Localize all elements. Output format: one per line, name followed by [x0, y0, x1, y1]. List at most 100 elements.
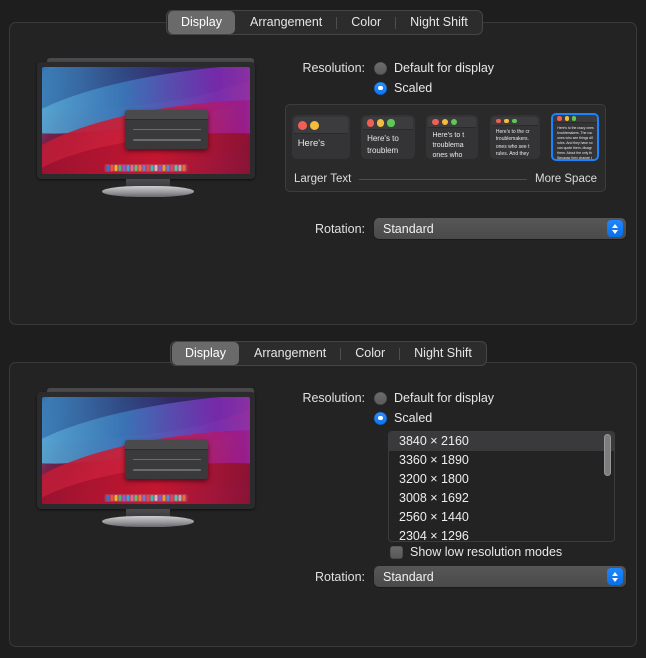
traffic-light-dot	[557, 116, 562, 121]
dock-icon	[178, 495, 182, 501]
show-low-resolution-modes-row[interactable]: Show low resolution modes	[390, 545, 562, 559]
resolution-list-item[interactable]: 2560 × 1440	[389, 508, 614, 527]
resolution-list-scrollbar[interactable]	[603, 434, 612, 541]
dock-icon	[182, 165, 186, 171]
dock-icon	[122, 495, 126, 501]
scale-track[interactable]	[359, 178, 527, 180]
thumbnail-titlebar	[293, 117, 348, 134]
more-space-label: More Space	[534, 173, 597, 185]
tab-display[interactable]: Display	[172, 342, 239, 365]
resolution-list-item[interactable]: 2304 × 1296	[389, 527, 614, 541]
dock-icon	[166, 165, 170, 171]
resolution-list-item[interactable]: 3360 × 1890	[389, 451, 614, 470]
thumbnail-text-line: Because they change t	[557, 155, 592, 160]
traffic-light-dot	[309, 120, 319, 130]
dock-icon	[110, 165, 114, 171]
scale-thumbnail-strip[interactable]: Here's Here's to troublem Here's to t troubl…	[286, 111, 605, 163]
resolution-list[interactable]: 3840 × 2160 3360 × 1890 3200 × 1800 3008 × …	[388, 431, 615, 542]
scrollbar-thumb[interactable]	[604, 434, 611, 476]
resolution-list-item[interactable]: 3200 × 1800	[389, 470, 614, 489]
dock-icon	[146, 495, 150, 501]
monitor-screen	[42, 67, 250, 174]
thumbnail-text-line: troublemakers.	[495, 136, 529, 143]
radio-scaled[interactable]: Scaled	[374, 411, 494, 425]
chevron-up-icon	[612, 223, 618, 228]
dock-icon	[170, 165, 174, 171]
preview-window-titlebar	[125, 439, 209, 450]
display-preview-primary	[30, 55, 265, 198]
radio-default-for-display[interactable]: Default for display	[374, 391, 494, 405]
tab-night-shift[interactable]: Night Shift	[401, 342, 485, 365]
larger-text-label: Larger Text	[294, 173, 352, 185]
scale-thumbnail[interactable]: Here's	[291, 115, 350, 159]
monitor-bezel	[37, 392, 255, 509]
rotation-popup-button[interactable]: Standard	[374, 566, 626, 587]
dock-icon	[130, 165, 134, 171]
thumbnail-text: Here's to the crazy ones troublemakers. T…	[553, 123, 597, 160]
chevron-updown-icon[interactable]	[607, 568, 623, 585]
dock-icon	[138, 495, 142, 501]
tab-arrangement[interactable]: Arrangement	[241, 342, 339, 365]
resolution-radio-group[interactable]: Default for display Scaled	[374, 61, 494, 95]
preview-dock	[104, 164, 188, 172]
dock-icon	[138, 165, 142, 171]
resolution-list-items[interactable]: 3840 × 2160 3360 × 1890 3200 × 1800 3008 × …	[389, 432, 614, 541]
dock-icon	[158, 165, 162, 171]
dock-icon	[150, 495, 154, 501]
preview-window	[125, 109, 209, 150]
tab-display[interactable]: Display	[168, 11, 235, 34]
dock-icon	[154, 165, 158, 171]
resolution-list-item[interactable]: 3840 × 2160	[389, 432, 614, 451]
rotation-row-secondary: Rotation: Standard	[291, 566, 626, 587]
dock-icon	[114, 165, 118, 171]
chevron-down-icon	[612, 229, 618, 234]
radio-default-for-display[interactable]: Default for display	[374, 61, 494, 75]
radio-button[interactable]	[374, 411, 387, 425]
tab-color[interactable]: Color	[342, 342, 398, 365]
traffic-light-dot	[572, 116, 577, 121]
resolution-radio-group[interactable]: Default for display Scaled	[374, 391, 494, 425]
dock-icon	[154, 495, 158, 501]
tab-bar-secondary[interactable]: Display Arrangement Color Night Shift	[170, 341, 487, 366]
tab-separator	[399, 347, 401, 360]
show-low-resolution-modes-label: Show low resolution modes	[410, 545, 563, 559]
dock-icon	[130, 495, 134, 501]
dock-icon	[122, 165, 126, 171]
display-preferences-window: Display Arrangement Color Night Shift Re…	[0, 0, 646, 658]
scale-thumbnail[interactable]: Here's to t troublema ones who	[426, 115, 479, 159]
resolution-label: Resolution:	[302, 61, 365, 75]
tab-arrangement[interactable]: Arrangement	[237, 11, 335, 34]
radio-button[interactable]	[374, 61, 387, 75]
radio-button[interactable]	[374, 391, 387, 405]
thumbnail-text-line: Here's to the cr	[495, 129, 530, 135]
tab-color[interactable]: Color	[338, 11, 394, 34]
scale-slider-box[interactable]: Here's Here's to troublem Here's to t troubl…	[285, 104, 606, 192]
scale-thumbnail[interactable]: Here's to the crazy ones troublemakers. T…	[551, 113, 600, 161]
preview-window-line	[132, 469, 201, 471]
traffic-light-dot	[564, 116, 570, 121]
scale-thumbnail[interactable]: Here's to troublem	[361, 115, 416, 159]
scale-thumbnail[interactable]: Here's to the cr troublemakers. ones who s…	[489, 115, 540, 159]
monitor-screen	[42, 397, 250, 504]
thumbnail-text-line: them. About the only th	[557, 150, 592, 155]
dock-icon	[114, 495, 118, 501]
chevron-down-icon	[612, 577, 618, 582]
dock-icon	[146, 165, 150, 171]
thumbnail-text-line: can quote them, disagr	[557, 145, 592, 150]
dock-icon	[110, 495, 114, 501]
thumbnail-text-line: ones who see t	[495, 143, 530, 150]
dock-icon	[142, 495, 146, 501]
resolution-list-item[interactable]: 3008 × 1692	[389, 489, 614, 508]
radio-scaled[interactable]: Scaled	[374, 81, 494, 95]
radio-button[interactable]	[374, 81, 387, 95]
traffic-light-dot	[441, 118, 448, 126]
dock-icon	[126, 495, 130, 501]
tab-night-shift[interactable]: Night Shift	[397, 11, 481, 34]
chevron-updown-icon[interactable]	[607, 220, 623, 237]
rotation-popup-button[interactable]: Standard	[374, 218, 626, 239]
show-low-resolution-modes-checkbox[interactable]	[390, 545, 403, 559]
thumbnail-titlebar	[491, 117, 538, 126]
tab-bar-primary[interactable]: Display Arrangement Color Night Shift	[166, 10, 483, 35]
thumbnail-text: Here's to t troublema ones who	[428, 128, 476, 159]
thumbnail-text-line: ones who	[432, 152, 463, 159]
